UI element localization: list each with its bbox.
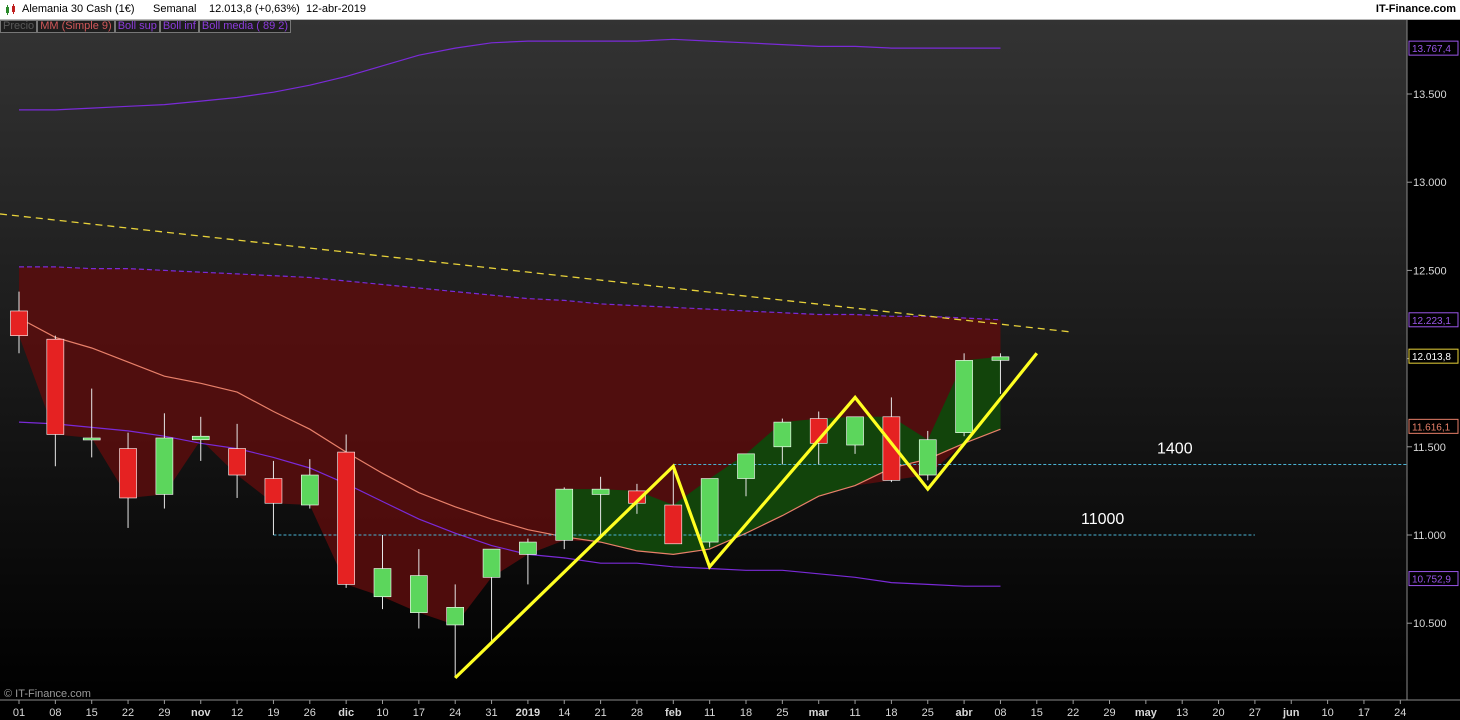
- x-tick-label: 08: [49, 707, 61, 719]
- x-tick-label: feb: [665, 707, 682, 719]
- x-tick-label: dic: [338, 707, 354, 719]
- legend-item[interactable]: Boll sup: [114, 20, 160, 33]
- title-bar: Alemania 30 Cash (1€) Semanal 12.013,8 (…: [0, 0, 1460, 20]
- level-label: 1400: [1157, 440, 1193, 457]
- y-tick-label: 10.500: [1413, 618, 1447, 630]
- candle-down: [337, 451, 355, 585]
- legend-item[interactable]: Boll inf: [159, 20, 199, 33]
- price-chart[interactable]: 140011000 10.50011.00011.50012.00012.500…: [0, 20, 1460, 720]
- candle-up: [373, 568, 392, 598]
- x-tick-label: 14: [558, 707, 570, 719]
- x-tick-label: 2019: [516, 707, 540, 719]
- x-tick-label: 13: [1176, 707, 1188, 719]
- candle-up: [155, 437, 174, 495]
- watermark: © IT-Finance.com: [4, 688, 91, 700]
- candle-up: [737, 453, 755, 479]
- x-tick-label: 25: [776, 707, 788, 719]
- x-tick-label: 29: [158, 707, 170, 719]
- x-tick-label: 28: [631, 707, 643, 719]
- candle-up: [846, 416, 864, 446]
- candle-up: [191, 435, 210, 441]
- x-axis-panel: [0, 700, 1460, 720]
- x-tick-label: 22: [122, 707, 134, 719]
- axis-tag-label: 13.767,4: [1412, 44, 1451, 55]
- x-tick-label: mar: [809, 707, 830, 719]
- candlestick-icon: [6, 4, 15, 15]
- candle-up: [519, 541, 537, 555]
- candle-up: [955, 360, 973, 433]
- x-tick-label: 24: [1394, 707, 1406, 719]
- date-label: 12-abr-2019: [306, 3, 366, 15]
- candle-down: [264, 478, 283, 504]
- indicator-legend: Precio MM (Simple 9) Boll sup Boll inf Boll …: [0, 20, 292, 34]
- candle-up: [446, 607, 465, 626]
- y-tick-label: 13.500: [1413, 89, 1447, 101]
- candle-up: [591, 488, 610, 495]
- x-tick-label: jun: [1282, 707, 1300, 719]
- level-label: 11000: [1081, 511, 1124, 528]
- candle-down: [228, 448, 246, 476]
- candle-up: [555, 488, 574, 541]
- candle-up: [410, 575, 428, 613]
- legend-item[interactable]: MM (Simple 9): [37, 20, 115, 33]
- legend-item[interactable]: Precio: [0, 20, 38, 33]
- y-tick-label: 13.000: [1413, 177, 1447, 189]
- x-tick-label: 08: [994, 707, 1006, 719]
- x-tick-label: 31: [485, 707, 497, 719]
- x-tick-label: 18: [885, 707, 897, 719]
- x-tick-label: 25: [922, 707, 934, 719]
- last-price-label: 12.013,8 (+0,63%): [209, 3, 300, 15]
- x-tick-label: nov: [191, 707, 211, 719]
- x-tick-label: 20: [1212, 707, 1224, 719]
- period-label: Semanal: [153, 3, 197, 15]
- x-tick-label: 29: [1103, 707, 1115, 719]
- x-tick-label: 21: [594, 707, 606, 719]
- instrument-title: Alemania 30 Cash (1€): [22, 3, 135, 15]
- candle-up: [82, 437, 101, 441]
- candle-down: [119, 448, 137, 499]
- x-tick-label: may: [1135, 707, 1158, 719]
- x-tick-label: 11: [849, 707, 860, 719]
- candle-up: [700, 478, 719, 543]
- x-tick-label: 10: [376, 707, 388, 719]
- x-tick-label: 18: [740, 707, 752, 719]
- x-tick-label: 15: [1031, 707, 1043, 719]
- candle-up: [773, 421, 792, 448]
- axis-tag-label: 10.752,9: [1412, 575, 1451, 586]
- y-tick-label: 12.500: [1413, 265, 1447, 277]
- x-tick-label: 22: [1067, 707, 1079, 719]
- candle-down: [46, 338, 65, 435]
- x-tick-label: 24: [449, 707, 461, 719]
- x-tick-label: 19: [267, 707, 279, 719]
- x-tick-label: 17: [1358, 707, 1370, 719]
- y-tick-label: 11.000: [1413, 530, 1446, 542]
- candle-down: [10, 310, 28, 336]
- candle-up: [482, 548, 501, 578]
- candle-up: [300, 474, 319, 506]
- x-tick-label: 15: [86, 707, 98, 719]
- x-tick-label: 12: [231, 707, 243, 719]
- axis-tag-label: 12.013,8: [1412, 352, 1451, 363]
- y-tick-label: 11.500: [1413, 442, 1446, 454]
- candle-down: [664, 504, 683, 545]
- candle-up: [991, 356, 1010, 361]
- axis-tag-label: 11.616,1: [1412, 422, 1451, 433]
- legend-item[interactable]: Boll media ( 89 2): [198, 20, 292, 33]
- x-tick-label: 27: [1249, 707, 1261, 719]
- x-tick-label: 26: [304, 707, 316, 719]
- axis-tag-label: 12.223,1: [1412, 316, 1451, 327]
- x-tick-label: 01: [13, 707, 25, 719]
- x-tick-label: 17: [413, 707, 425, 719]
- x-tick-label: 11: [704, 707, 715, 719]
- candle-up: [918, 439, 937, 476]
- x-tick-label: 10: [1321, 707, 1333, 719]
- brand-label: IT-Finance.com: [1375, 3, 1456, 15]
- x-tick-label: abr: [956, 707, 974, 719]
